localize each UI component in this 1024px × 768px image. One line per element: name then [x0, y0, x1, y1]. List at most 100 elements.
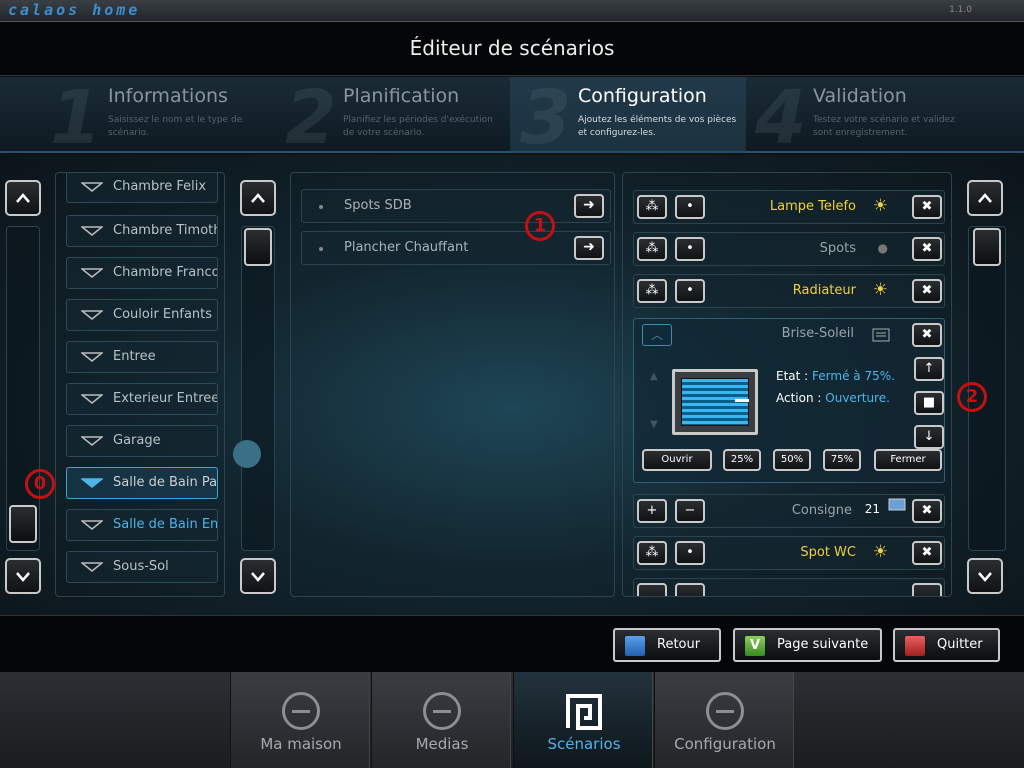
remove-action-button[interactable]: ✖	[912, 237, 942, 261]
next-page-button[interactable]: V Page suivante	[733, 628, 882, 662]
tab-label: Scénarios	[547, 735, 621, 753]
options-button[interactable]: ⁂	[637, 237, 667, 261]
remove-action-button[interactable]: ✖	[912, 499, 942, 523]
remove-action-button[interactable]: ✖	[912, 541, 942, 565]
items-scroll-up-button[interactable]	[240, 180, 276, 216]
actions-scroll-thumb[interactable]	[973, 228, 1001, 266]
arrow-right-icon: ➜	[583, 239, 595, 255]
list-item[interactable]: Entree	[66, 341, 218, 373]
list-item[interactable]: Chambre Francois	[66, 257, 218, 289]
back-label: Retour	[657, 637, 701, 652]
tab-ma-maison[interactable]: Ma maison	[230, 672, 370, 768]
room-label: Salle de Bain Pare	[113, 475, 218, 490]
rooms-scroll-down-button[interactable]	[5, 558, 41, 594]
blind-stop-button[interactable]: ■	[914, 391, 944, 415]
step-informations[interactable]: 1 Informations Saisissez le nom et le ty…	[40, 75, 276, 161]
tab-scenarios[interactable]: Scénarios	[513, 672, 653, 768]
collapse-button[interactable]: ︿	[642, 324, 672, 346]
list-item[interactable]: Spots SDB ➜	[301, 189, 611, 223]
list-item[interactable]: Chambre Timothe	[66, 215, 218, 247]
options-button[interactable]: ⁂	[637, 279, 667, 303]
chevron-up-icon	[16, 193, 30, 203]
quit-label: Quitter	[937, 637, 983, 652]
select-button[interactable]: •	[675, 541, 705, 565]
rooms-scroll-track[interactable]	[6, 226, 40, 551]
step-planification[interactable]: 2 Planification Planifiez les périodes d…	[275, 75, 511, 161]
options-button[interactable]: ⁂	[637, 541, 667, 565]
chevron-up-icon	[978, 193, 992, 203]
remove-action-button[interactable]	[912, 583, 942, 596]
triangle-up-icon: ▲	[650, 371, 658, 382]
blind-state: Etat : Fermé à 75%.	[776, 369, 895, 383]
blind-50-button[interactable]: 50%	[773, 449, 811, 471]
light-off-icon: ●	[877, 241, 888, 255]
tab-configuration[interactable]: Configuration	[654, 672, 794, 768]
list-item[interactable]: Chambre Felix	[66, 173, 218, 203]
room-icon	[81, 478, 103, 488]
options-button[interactable]	[637, 583, 667, 596]
select-button[interactable]	[675, 583, 705, 596]
increase-button[interactable]: +	[637, 499, 667, 523]
chevron-down-icon	[16, 572, 30, 582]
add-item-button[interactable]: ➜	[574, 236, 604, 260]
room-icon	[81, 436, 103, 446]
items-scroll-down-button[interactable]	[240, 558, 276, 594]
items-scroll-thumb[interactable]	[244, 228, 272, 266]
room-icon	[81, 352, 103, 362]
rooms-scroll-thumb[interactable]	[9, 505, 37, 543]
list-item[interactable]: Garage	[66, 425, 218, 457]
room-icon	[81, 268, 103, 278]
blind-close-button[interactable]: Fermer	[874, 449, 942, 471]
chevron-down-icon	[251, 572, 265, 582]
blind-open-button[interactable]: Ouvrir	[642, 449, 712, 471]
list-item[interactable]: Sous-Sol	[66, 551, 218, 583]
dot-icon: •	[686, 283, 694, 298]
select-button[interactable]: •	[675, 237, 705, 261]
decrease-button[interactable]: −	[675, 499, 705, 523]
step-title: Validation	[813, 85, 907, 107]
items-scroll-track[interactable]	[241, 226, 275, 551]
list-item[interactable]: Plancher Chauffant ➜	[301, 231, 611, 265]
close-icon: ✖	[921, 545, 933, 560]
list-item[interactable]: Salle de Bain Enfa	[66, 509, 218, 541]
blind-up-button[interactable]: ↑	[914, 357, 944, 381]
step-validation[interactable]: 4 Validation Testez votre scénario et va…	[745, 75, 981, 161]
select-button[interactable]: •	[675, 195, 705, 219]
actions-scroll-down-button[interactable]	[967, 558, 1003, 594]
step-title: Informations	[108, 85, 228, 107]
action-value: Ouverture.	[825, 391, 890, 405]
title-bar: Éditeur de scénarios	[0, 22, 1024, 76]
actions-scroll-up-button[interactable]	[967, 180, 1003, 216]
room-items-list: Spots SDB ➜ Plancher Chauffant ➜	[290, 172, 615, 597]
blind-icon	[672, 369, 758, 435]
room-label: Exterieur Entree	[113, 391, 218, 406]
tab-medias[interactable]: Medias	[371, 672, 511, 768]
wizard-nav-bar: Retour V Page suivante Quitter	[0, 615, 1024, 672]
page-title: Éditeur de scénarios	[409, 36, 615, 60]
select-button[interactable]: •	[675, 279, 705, 303]
step-number: 2	[285, 75, 337, 161]
add-item-button[interactable]: ➜	[574, 194, 604, 218]
remove-action-button[interactable]: ✖	[912, 279, 942, 303]
blind-75-button[interactable]: 75%	[823, 449, 861, 471]
rooms-scroll-up-button[interactable]	[5, 180, 41, 216]
dot-icon: •	[686, 199, 694, 214]
quit-icon	[905, 636, 925, 656]
step-configuration[interactable]: 3 Configuration Ajoutez les éléments de …	[510, 75, 746, 161]
sparkle-icon: ⁂	[645, 545, 659, 560]
quit-button[interactable]: Quitter	[893, 628, 1000, 662]
triangle-down-icon: ▼	[650, 419, 658, 430]
list-item[interactable]: Couloir Enfants	[66, 299, 218, 331]
blind-25-button[interactable]: 25%	[723, 449, 761, 471]
blind-control-panel: ︿ Brise-Soleil ✖ ▲ ▼ Etat : Fermé à 75%.…	[633, 318, 945, 483]
list-item[interactable]: Exterieur Entree	[66, 383, 218, 415]
action-row: ⁂ • Lampe Telefo ☀ ✖	[633, 190, 945, 224]
list-item-selected[interactable]: Salle de Bain Pare	[66, 467, 218, 499]
remove-action-button[interactable]: ✖	[912, 323, 942, 347]
scroll-indicator[interactable]	[233, 440, 261, 468]
remove-action-button[interactable]: ✖	[912, 195, 942, 219]
options-button[interactable]: ⁂	[637, 195, 667, 219]
action-row: ⁂ • Spots ● ✖	[633, 232, 945, 266]
back-button[interactable]: Retour	[613, 628, 721, 662]
blind-down-button[interactable]: ↓	[914, 425, 944, 449]
